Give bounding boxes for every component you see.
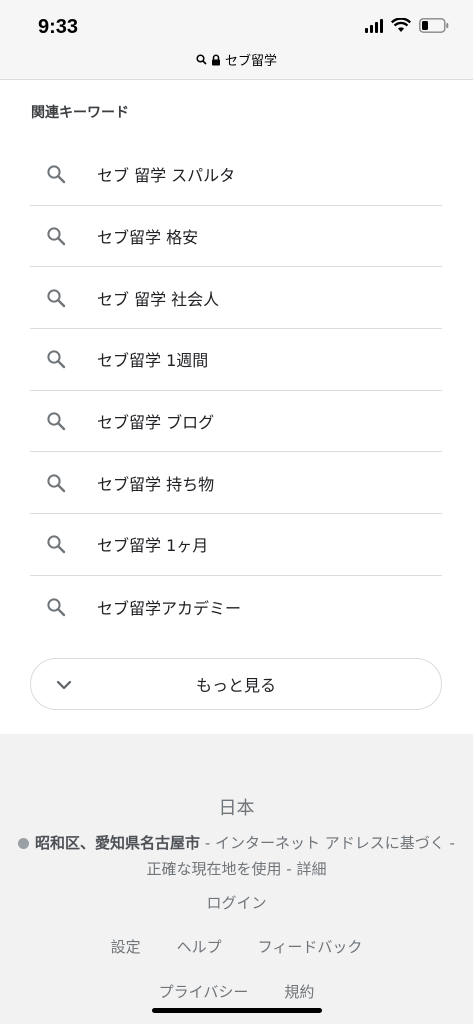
related-keyword-label: セブ留学 格安 [97,228,199,248]
related-keyword-item[interactable]: セブ 留学 社会人 [30,267,442,330]
footer-links-row-2: プライバシー 規約 [0,981,473,1002]
privacy-link[interactable]: プライバシー [159,981,249,1002]
footer-links-row-1: 設定 ヘルプ フィードバック [0,936,473,957]
login-row: ログイン [0,892,473,913]
show-more-button[interactable]: もっと見る [30,658,442,710]
location-source-text: - インターネット アドレスに基づく - [200,834,455,852]
search-icon [47,474,66,492]
cellular-signal-icon [365,18,383,33]
related-keyword-item[interactable]: セブ留学 ブログ [30,391,442,453]
browser-top-bar: 9:33 セブ留学 [0,0,473,80]
related-keywords-list: セブ 留学 スパルタ セブ留学 格安 セブ 留学 社会人 セブ留学 1週間 セブ… [30,144,442,638]
battery-icon [419,18,449,33]
home-indicator[interactable] [152,1008,322,1013]
use-precise-location-link[interactable]: 正確な現在地を使用 [147,860,282,878]
wifi-icon [391,18,411,32]
location-details-link[interactable]: 詳細 [296,860,326,878]
location-name: 昭和区、愛知県名古屋市 [35,834,201,852]
status-time: 9:33 [38,16,79,38]
search-icon [47,165,66,184]
lock-icon [211,54,220,65]
related-keyword-item[interactable]: セブ留学 格安 [30,206,442,268]
related-keyword-item[interactable]: セブ留学アカデミー [30,576,442,638]
status-icons [365,18,449,33]
search-icon [47,350,66,369]
feedback-link[interactable]: フィードバック [258,936,363,957]
search-icon [47,289,66,307]
location-separator: - [281,860,297,878]
related-keyword-item[interactable]: セブ留学 1ヶ月 [30,514,442,576]
url-text: セブ留学 [224,54,277,69]
settings-link[interactable]: 設定 [111,936,141,957]
related-keyword-label: セブ留学 1ヶ月 [97,536,209,556]
related-keyword-label: セブ留学 1週間 [97,351,209,371]
address-bar[interactable]: セブ留学 [0,50,473,69]
search-icon [47,227,66,246]
search-icon [47,535,66,554]
related-keyword-item[interactable]: セブ留学 持ち物 [30,452,442,515]
footer-location: 昭和区、愛知県名古屋市 - インターネット アドレスに基づく - 正確な現在地を… [12,830,461,882]
footer-country: 日本 [218,798,255,819]
related-keyword-label: セブ留学アカデミー [97,598,242,618]
related-keyword-label: セブ 留学 スパルタ [97,166,236,186]
help-link[interactable]: ヘルプ [177,936,222,957]
related-keyword-label: セブ留学 持ち物 [97,474,215,494]
search-icon [47,598,66,616]
related-keyword-item[interactable]: セブ 留学 スパルタ [30,144,442,206]
search-icon [47,412,66,431]
related-keyword-item[interactable]: セブ留学 1週間 [30,329,442,391]
related-keywords-title: 関連キーワード [31,105,129,121]
related-keyword-label: セブ 留学 社会人 [97,289,220,309]
related-keyword-label: セブ留学 ブログ [97,413,215,433]
search-icon [196,54,207,65]
login-link[interactable]: ログイン [206,894,266,912]
show-more-label: もっと見る [195,676,276,695]
page-footer: 日本 昭和区、愛知県名古屋市 - インターネット アドレスに基づく - 正確な現… [0,734,473,1024]
chevron-down-icon [56,680,72,690]
terms-link[interactable]: 規約 [284,981,314,1002]
location-dot-icon [18,838,30,849]
